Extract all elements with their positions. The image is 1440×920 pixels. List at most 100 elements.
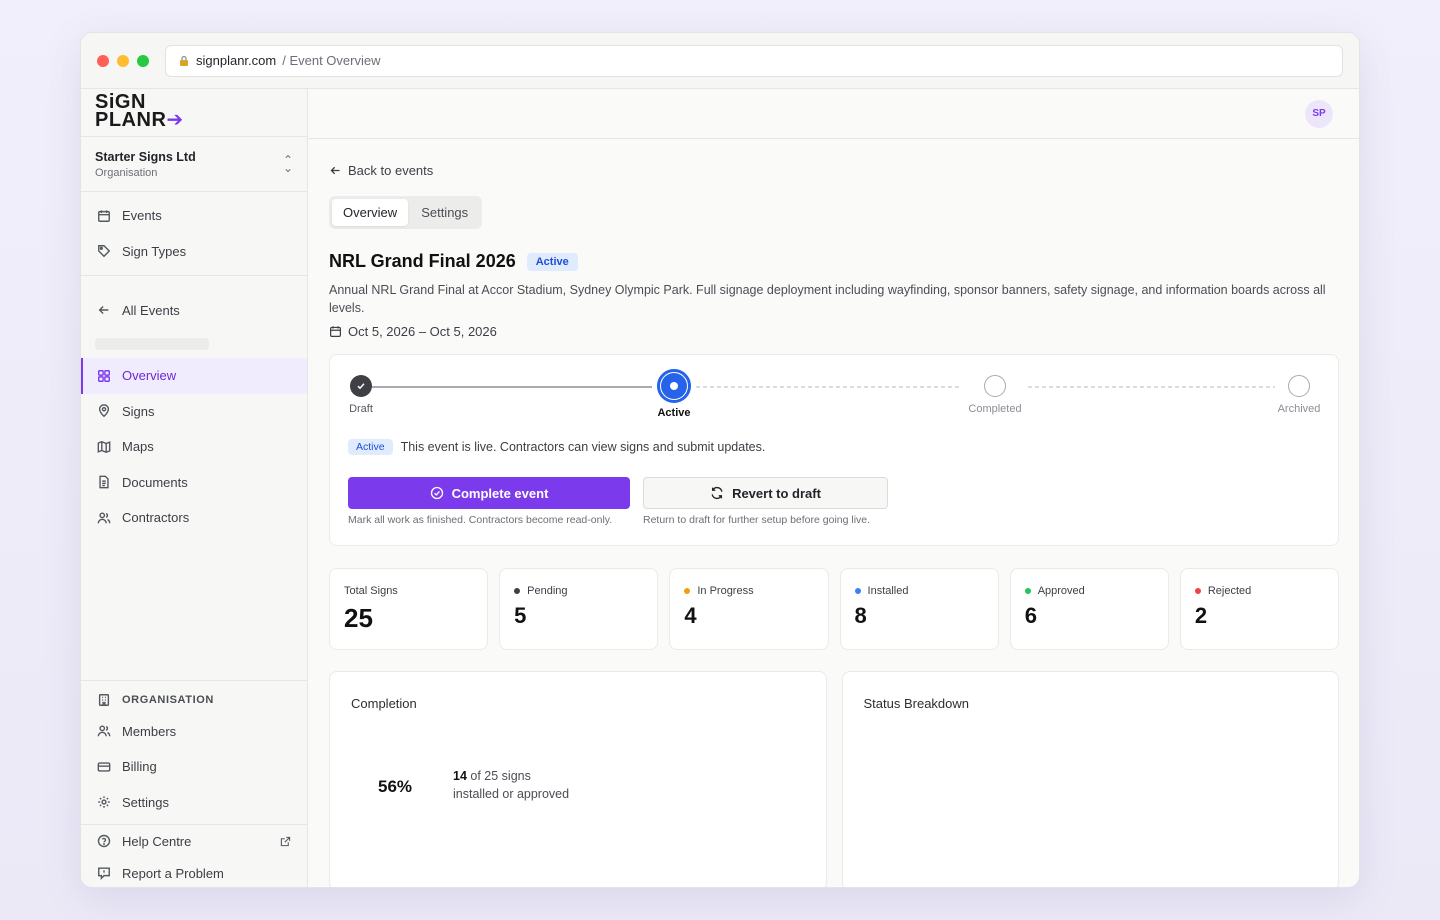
calendar-icon bbox=[330, 326, 341, 337]
main-content: SP Back to events Overview Settings NRL … bbox=[308, 89, 1359, 887]
event-name-placeholder bbox=[95, 338, 209, 350]
help-circle-icon bbox=[97, 834, 111, 848]
sidebar-item-label: Contractors bbox=[122, 510, 190, 526]
primary-nav: Events Sign Types bbox=[81, 192, 307, 276]
arrow-left-icon bbox=[98, 306, 109, 314]
in-progress-dot-icon bbox=[684, 588, 691, 594]
step-completed: Completed bbox=[960, 375, 1030, 415]
completion-panel: Completion 56% 14 of 25 signs installed … bbox=[329, 671, 827, 887]
all-events-link[interactable]: All Events bbox=[81, 292, 307, 328]
complete-event-hint: Mark all work as finished. Contractors b… bbox=[348, 514, 613, 526]
event-description: Annual NRL Grand Final at Accor Stadium,… bbox=[329, 283, 1326, 315]
logo[interactable]: SiGN PLANR➔ bbox=[81, 89, 307, 137]
maximize-window-button[interactable] bbox=[137, 54, 149, 67]
completion-text: 14 of 25 signs installed or approved bbox=[453, 769, 570, 801]
pending-dot-icon bbox=[514, 588, 521, 594]
sidebar-item-maps[interactable]: Maps bbox=[81, 429, 307, 465]
pin-icon bbox=[98, 404, 110, 418]
sidebar-item-sign-types[interactable]: Sign Types bbox=[81, 234, 307, 270]
check-icon bbox=[350, 375, 372, 397]
lifecycle-track bbox=[372, 386, 1275, 388]
close-window-button[interactable] bbox=[97, 54, 109, 67]
tab-bar: Overview Settings bbox=[329, 196, 483, 229]
avatar[interactable]: SP bbox=[1305, 99, 1333, 128]
url-domain: signplanr.com bbox=[196, 53, 277, 68]
step-active: Active bbox=[649, 369, 699, 419]
stats-row: Total Signs 25 Pending 5 In Progress 4 I… bbox=[329, 568, 1340, 650]
sidebar-item-events[interactable]: Events bbox=[81, 198, 307, 234]
address-bar[interactable]: signplanr.com / Event Overview bbox=[165, 44, 1343, 77]
rejected-dot-icon bbox=[1194, 588, 1201, 594]
step-archived: Archived bbox=[1264, 375, 1334, 415]
sidebar-item-label: Overview bbox=[122, 368, 177, 384]
page-title: NRL Grand Final 2026 bbox=[329, 251, 516, 271]
chevron-up-down-icon: ⌃ ⌄ bbox=[282, 153, 293, 175]
sidebar-item-label: Maps bbox=[122, 439, 154, 455]
completion-title: Completion bbox=[351, 696, 417, 711]
browser-window: signplanr.com / Event Overview SiGN PLAN… bbox=[80, 32, 1360, 888]
grid-icon bbox=[98, 369, 110, 382]
help-centre-label: Help Centre bbox=[122, 833, 192, 849]
event-dates: Oct 5, 2026 – Oct 5, 2026 bbox=[329, 324, 1338, 339]
event-dates-text: Oct 5, 2026 – Oct 5, 2026 bbox=[348, 324, 497, 339]
sidebar-item-label: Events bbox=[122, 208, 162, 224]
minimize-window-button[interactable] bbox=[117, 54, 129, 67]
status-breakdown-panel: Status Breakdown bbox=[841, 671, 1339, 887]
sidebar-item-members[interactable]: Members bbox=[81, 714, 307, 750]
completion-percent: 56% bbox=[378, 777, 413, 796]
map-icon bbox=[97, 440, 111, 453]
lock-icon bbox=[180, 55, 188, 66]
sidebar-item-billing[interactable]: Billing bbox=[81, 749, 307, 785]
stat-in-progress: In Progress 4 bbox=[669, 568, 829, 650]
sidebar-item-label: Billing bbox=[122, 759, 157, 775]
org-name: Starter Signs Ltd bbox=[95, 149, 196, 164]
all-events-label: All Events bbox=[122, 302, 180, 318]
document-icon bbox=[99, 475, 109, 489]
logo-arrow-icon: ➔ bbox=[166, 109, 184, 131]
users-icon bbox=[97, 725, 111, 737]
sidebar-item-label: Sign Types bbox=[122, 243, 187, 259]
sidebar-item-label: Documents bbox=[122, 474, 188, 490]
users-icon bbox=[97, 512, 111, 524]
tag-icon bbox=[98, 245, 111, 258]
sidebar-item-label: Settings bbox=[122, 794, 169, 810]
report-problem-link[interactable]: Report a Problem bbox=[81, 857, 307, 887]
status-badge: Active bbox=[526, 252, 578, 271]
stat-approved: Approved 6 bbox=[1009, 568, 1169, 650]
sidebar-item-overview[interactable]: Overview bbox=[81, 358, 307, 394]
status-badge: Active bbox=[348, 439, 393, 455]
installed-dot-icon bbox=[854, 588, 861, 594]
stat-total-signs: Total Signs 25 bbox=[329, 568, 489, 650]
revert-to-draft-button[interactable]: Revert to draft bbox=[643, 477, 888, 509]
org-switcher[interactable]: Starter Signs Ltd Organisation ⌃ ⌄ bbox=[81, 137, 307, 192]
revert-to-draft-hint: Return to draft for further setup before… bbox=[643, 514, 871, 526]
sidebar-item-label: Members bbox=[122, 723, 177, 739]
sidebar-item-settings[interactable]: Settings bbox=[81, 785, 307, 821]
sidebar-item-documents[interactable]: Documents bbox=[81, 465, 307, 501]
approved-dot-icon bbox=[1024, 588, 1031, 594]
help-centre-link[interactable]: Help Centre bbox=[81, 825, 307, 857]
url-path: / Event Overview bbox=[282, 53, 381, 68]
calendar-icon bbox=[98, 210, 110, 222]
external-link-icon bbox=[280, 836, 291, 846]
sidebar-item-label: Signs bbox=[122, 403, 155, 419]
check-circle-icon bbox=[430, 486, 443, 500]
building-icon bbox=[98, 693, 110, 706]
back-to-events-link[interactable]: Back to events bbox=[329, 161, 1338, 179]
organisation-section-label: ORGANISATION bbox=[81, 686, 307, 714]
step-draft: Draft bbox=[336, 375, 386, 415]
report-problem-label: Report a Problem bbox=[122, 865, 224, 881]
refresh-icon bbox=[711, 486, 723, 500]
logo-line-2: PLANR bbox=[95, 109, 167, 131]
complete-event-button[interactable]: Complete event bbox=[348, 477, 630, 509]
org-sub: Organisation bbox=[95, 166, 158, 179]
stat-rejected: Rejected 2 bbox=[1179, 568, 1340, 650]
tab-overview[interactable]: Overview bbox=[332, 199, 409, 226]
sidebar-item-contractors[interactable]: Contractors bbox=[81, 500, 307, 536]
sidebar-item-signs[interactable]: Signs bbox=[81, 394, 307, 430]
arrow-left-icon bbox=[330, 166, 340, 174]
tab-settings[interactable]: Settings bbox=[410, 199, 479, 226]
browser-titlebar: signplanr.com / Event Overview bbox=[81, 33, 1359, 89]
sidebar: SiGN PLANR➔ Starter Signs Ltd Organisati… bbox=[81, 89, 308, 887]
status-breakdown-title: Status Breakdown bbox=[863, 696, 970, 711]
